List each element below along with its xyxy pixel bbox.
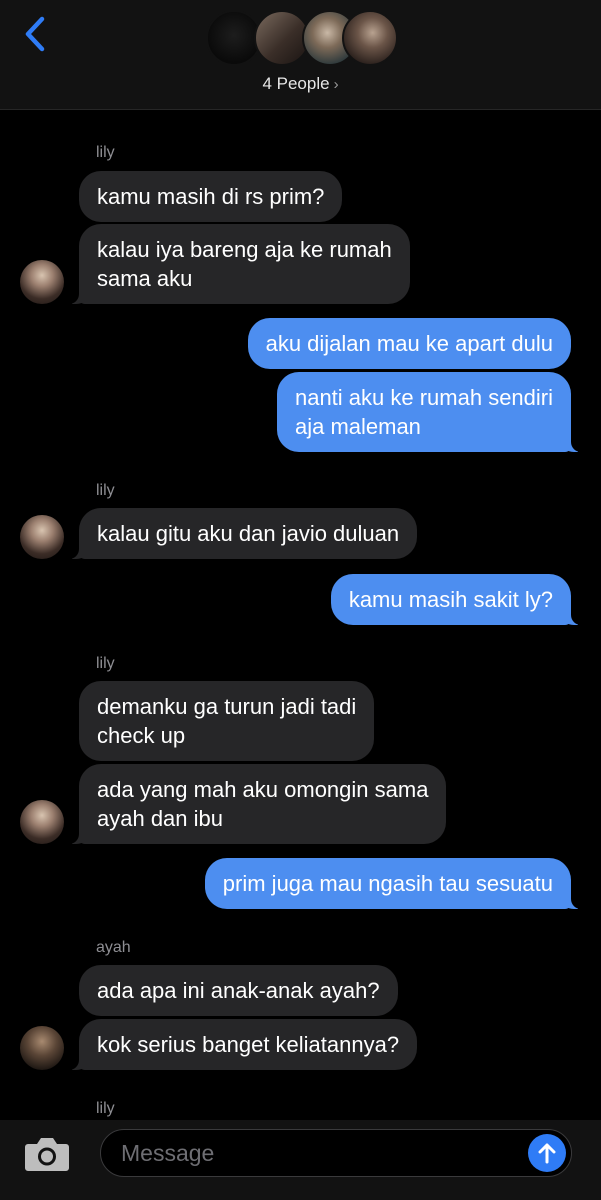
- message-bubble-incoming[interactable]: ada apa ini anak-anak ayah?: [79, 965, 398, 1016]
- sender-name: ayah: [96, 939, 131, 956]
- avatar[interactable]: [20, 515, 64, 559]
- message-text: kok serius banget keliatannya?: [97, 1032, 400, 1057]
- message-bubble-incoming[interactable]: kalau gitu aku dan javio duluan: [64, 508, 418, 559]
- group-info-link[interactable]: 4 People ›: [0, 74, 601, 94]
- message-bubble-outgoing[interactable]: nanti aku ke rumah sendiri aja maleman: [276, 372, 586, 452]
- sender-name: lily: [96, 144, 115, 161]
- sender-name: lily: [96, 1100, 115, 1117]
- send-button[interactable]: [528, 1134, 566, 1172]
- message-text: kalau gitu aku dan javio duluan: [97, 521, 400, 546]
- message-bubble-incoming[interactable]: demanku ga turun jadi tadi check up: [79, 681, 375, 761]
- message-text: kamu masih sakit ly?: [348, 587, 553, 612]
- message-text: ada apa ini anak-anak ayah?: [97, 978, 380, 1003]
- message-input[interactable]: [100, 1129, 572, 1177]
- avatar: [342, 10, 398, 66]
- avatar[interactable]: [20, 800, 64, 844]
- message-bubble-incoming[interactable]: kok serius banget keliatannya?: [64, 1019, 418, 1070]
- sender-name: lily: [96, 655, 115, 672]
- message-text: demanku ga turun jadi tadi check up: [97, 694, 357, 748]
- sender-name: lily: [96, 482, 115, 499]
- camera-icon: [25, 1138, 69, 1171]
- avatar[interactable]: [20, 1026, 64, 1070]
- message-text: prim juga mau ngasih tau sesuatu: [222, 871, 553, 896]
- message-text: aku dijalan mau ke apart dulu: [265, 331, 553, 356]
- people-count-label: 4 People: [262, 74, 330, 93]
- message-bubble-incoming[interactable]: kalau iya bareng aja ke rumah sama aku: [65, 224, 410, 304]
- conversation-header: 4 People ›: [0, 0, 601, 110]
- message-text: kalau iya bareng aja ke rumah sama aku: [97, 237, 392, 291]
- message-composer: [0, 1120, 601, 1200]
- message-bubble-incoming[interactable]: ada yang mah aku omongin sama ayah dan i…: [64, 764, 447, 844]
- avatar[interactable]: [20, 260, 64, 304]
- chevron-left-icon: [25, 16, 45, 52]
- group-avatars[interactable]: [206, 10, 398, 68]
- message-bubble-outgoing[interactable]: prim juga mau ngasih tau sesuatu: [204, 858, 586, 909]
- back-button[interactable]: [18, 14, 54, 54]
- message-bubble-outgoing[interactable]: kamu masih sakit ly?: [330, 574, 586, 625]
- camera-button[interactable]: [22, 1132, 72, 1174]
- arrow-up-icon: [538, 1143, 556, 1164]
- message-text: nanti aku ke rumah sendiri aja maleman: [294, 385, 553, 439]
- message-bubble-outgoing[interactable]: aku dijalan mau ke apart dulu: [247, 318, 571, 369]
- chevron-right-icon: ›: [333, 76, 339, 93]
- message-text: kamu masih di rs prim?: [97, 184, 325, 209]
- message-bubble-incoming[interactable]: kamu masih di rs prim?: [79, 171, 343, 222]
- message-text: ada yang mah aku omongin sama ayah dan i…: [97, 777, 429, 831]
